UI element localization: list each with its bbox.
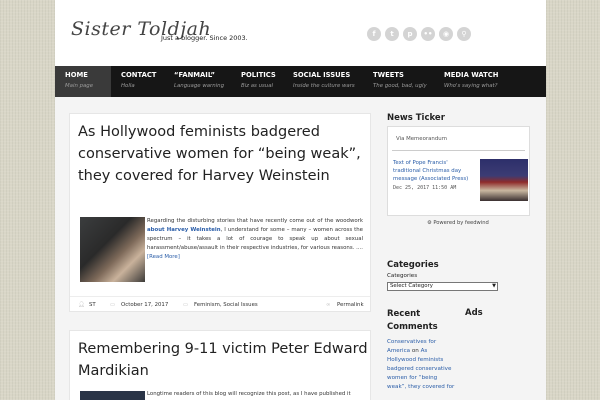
calendar-icon: ▭ bbox=[110, 302, 116, 308]
nav-label: TWEETS bbox=[373, 71, 404, 79]
site-header: Sister Toldjah Just a blogger. Since 200… bbox=[55, 0, 546, 66]
comment-on-text: on bbox=[410, 348, 421, 354]
main-nav: HOME Main page CONTACT Holla “FANMAIL” L… bbox=[55, 66, 546, 97]
divider bbox=[392, 150, 525, 151]
nav-item-social-issues[interactable]: SOCIAL ISSUES Inside the culture wars bbox=[283, 66, 363, 97]
ticker-source[interactable]: Via Memeorandum bbox=[396, 136, 447, 142]
ads-heading: Ads bbox=[465, 308, 483, 318]
nav-item-home[interactable]: HOME Main page bbox=[55, 66, 111, 97]
post-card: As Hollywood feminists badgered conserva… bbox=[69, 113, 371, 312]
pinterest-icon[interactable]: p bbox=[403, 27, 417, 41]
post-thumbnail[interactable] bbox=[80, 391, 145, 400]
permalink[interactable]: Permalink bbox=[337, 302, 364, 308]
post-author[interactable]: ST bbox=[89, 302, 96, 308]
user-icon: 👤︎ bbox=[78, 302, 85, 308]
nav-label: CONTACT bbox=[121, 71, 157, 79]
recent-comments-heading: Recent Comments bbox=[387, 309, 438, 332]
nav-sublabel: Language warning bbox=[174, 83, 224, 89]
nav-sublabel: Who's saying what? bbox=[444, 83, 498, 89]
news-ticker-widget: Via Memeorandum Text of Pope Francis' tr… bbox=[387, 126, 530, 216]
nav-label: “FANMAIL” bbox=[174, 71, 215, 79]
search-icon[interactable]: ⚲ bbox=[457, 27, 471, 41]
category-select[interactable]: Select Category ▼ bbox=[387, 282, 498, 291]
nav-sublabel: Inside the culture wars bbox=[293, 83, 355, 89]
nav-sublabel: Main page bbox=[65, 83, 94, 89]
folder-icon: ▭ bbox=[183, 302, 189, 308]
post-thumbnail[interactable] bbox=[80, 217, 145, 282]
facebook-icon[interactable]: f bbox=[367, 27, 381, 41]
nav-item-politics[interactable]: POLITICS Biz as usual bbox=[231, 66, 283, 97]
nav-sublabel: Holla bbox=[121, 83, 135, 89]
link-icon: ∞ bbox=[326, 302, 331, 308]
rss-icon[interactable]: ◉ bbox=[439, 27, 453, 41]
ticker-date: Dec 25, 2017 11:50 AM bbox=[393, 185, 457, 191]
post-card: Remembering 9-11 victim Peter Edward Mar… bbox=[69, 330, 371, 400]
ticker-thumbnail[interactable] bbox=[480, 159, 528, 201]
nav-sublabel: The good, bad, ugly bbox=[373, 83, 427, 89]
flickr-icon[interactable]: •• bbox=[421, 27, 435, 41]
category-select-value: Select Category bbox=[390, 283, 433, 289]
post-date: October 17, 2017 bbox=[121, 302, 169, 308]
nav-item-media-watch[interactable]: MEDIA WATCH Who's saying what? bbox=[434, 66, 546, 97]
twitter-icon[interactable]: t bbox=[385, 27, 399, 41]
post-meta: 👤︎ ST ▭ October 17, 2017 ▭ Feminism, Soc… bbox=[70, 296, 370, 312]
recent-comment-item: Conservatives for America on As Hollywoo… bbox=[387, 338, 457, 392]
nav-sublabel: Biz as usual bbox=[241, 83, 274, 89]
excerpt-text: Regarding the disturbing stories that ha… bbox=[147, 218, 363, 224]
social-icons: f t p •• ◉ ⚲ bbox=[367, 27, 471, 41]
nav-item-contact[interactable]: CONTACT Holla bbox=[111, 66, 164, 97]
page-wrapper: Sister Toldjah Just a blogger. Since 200… bbox=[55, 0, 546, 400]
nav-label: MEDIA WATCH bbox=[444, 71, 499, 79]
site-tagline: Just a blogger. Since 2003. bbox=[161, 34, 248, 42]
feedwind-text: Powered by feedwind bbox=[433, 220, 489, 226]
nav-label: HOME bbox=[65, 71, 88, 79]
nav-item-tweets[interactable]: TWEETS The good, bad, ugly bbox=[363, 66, 434, 97]
post-title[interactable]: As Hollywood feminists badgered conserva… bbox=[78, 121, 368, 187]
nav-label: POLITICS bbox=[241, 71, 276, 79]
harvey-weinstein-link[interactable]: about Harvey Weinstein bbox=[147, 227, 221, 233]
read-more-link[interactable]: [Read More] bbox=[147, 254, 180, 260]
categories-heading: Categories bbox=[387, 260, 439, 270]
post-excerpt: Regarding the disturbing stories that ha… bbox=[147, 217, 363, 262]
news-ticker-heading: News Ticker bbox=[387, 113, 445, 123]
ticker-headline-link[interactable]: Text of Pope Francis' traditional Christ… bbox=[393, 159, 477, 183]
post-excerpt: Longtime readers of this blog will recog… bbox=[147, 391, 351, 397]
comment-post-link[interactable]: As Hollywood feminists badgered conserva… bbox=[387, 348, 454, 390]
nav-label: SOCIAL ISSUES bbox=[293, 71, 351, 79]
feedwind-credit[interactable]: ⚙︎ Powered by feedwind bbox=[427, 220, 489, 226]
post-categories[interactable]: Feminism, Social Issues bbox=[194, 302, 258, 308]
chevron-down-icon: ▼ bbox=[492, 283, 496, 289]
categories-label: Categories bbox=[387, 273, 418, 279]
post-title[interactable]: Remembering 9-11 victim Peter Edward Mar… bbox=[78, 338, 368, 382]
nav-item-fanmail[interactable]: “FANMAIL” Language warning bbox=[164, 66, 231, 97]
